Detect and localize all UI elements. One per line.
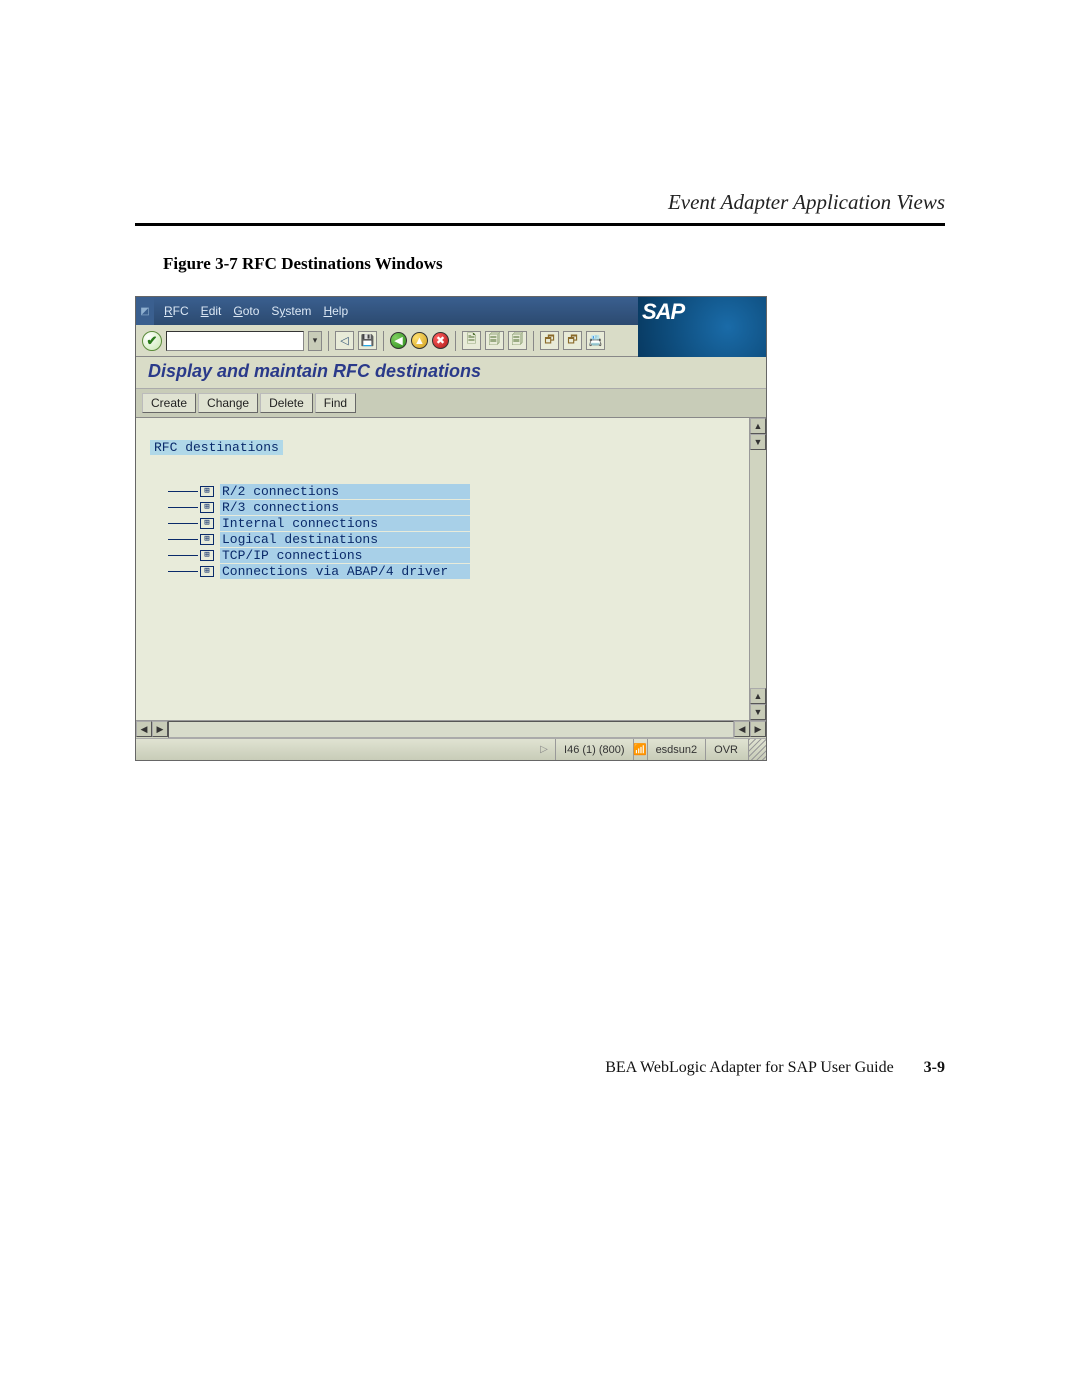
vertical-scrollbar[interactable]: ▲ ▼ ▲ ▼ — [749, 418, 766, 720]
scroll-down-icon[interactable]: ▼ — [750, 704, 766, 720]
back-icon[interactable]: ◁ — [335, 331, 354, 350]
scroll-up-icon[interactable]: ▲ — [750, 688, 766, 704]
sap-window: ◩ RFC Edit Goto System Help ▁ ▣ ✕ SAP ✔ … — [135, 296, 767, 761]
menu-goto[interactable]: Goto — [233, 304, 259, 318]
header-rule — [135, 223, 945, 226]
change-button[interactable]: Change — [198, 393, 258, 413]
section-header: Event Adapter Application Views — [135, 190, 945, 215]
status-bar: ▷ I46 (1) (800) 📶 esdsun2 OVR — [136, 738, 766, 760]
save-icon[interactable]: 💾 — [358, 331, 377, 350]
tree-root[interactable]: RFC destinations — [150, 440, 283, 455]
tree-label: R/2 connections — [220, 484, 470, 499]
delete-button[interactable]: Delete — [260, 393, 313, 413]
status-mode: OVR — [705, 739, 746, 760]
create-button[interactable]: Create — [142, 393, 196, 413]
shortcut-icon[interactable]: 🗗 — [563, 331, 582, 350]
expand-icon[interactable]: ⊞ — [200, 550, 214, 561]
find-next-icon[interactable]: 🗐 — [508, 331, 527, 350]
status-host: esdsun2 — [647, 739, 706, 760]
tree-branch: ⊞ R/2 connections ⊞ R/3 connections ⊞ In… — [200, 483, 741, 579]
tree-label: Logical destinations — [220, 532, 470, 547]
back-green-icon[interactable]: ◀ — [390, 332, 407, 349]
tree-item[interactable]: ⊞ Connections via ABAP/4 driver — [200, 563, 741, 579]
sap-logo: SAP — [638, 297, 766, 357]
command-dropdown-icon[interactable]: ▾ — [308, 331, 322, 351]
tree-item[interactable]: ⊞ Logical destinations — [200, 531, 741, 547]
scroll-right-icon[interactable]: ▶ — [152, 721, 168, 737]
page-footer: BEA WebLogic Adapter for SAP User Guide … — [605, 1059, 945, 1077]
tree-label: Internal connections — [220, 516, 470, 531]
tree-item[interactable]: ⊞ Internal connections — [200, 515, 741, 531]
tree-item[interactable]: ⊞ TCP/IP connections — [200, 547, 741, 563]
menu-edit[interactable]: Edit — [201, 304, 222, 318]
figure-caption: Figure 3-7 RFC Destinations Windows — [163, 254, 945, 274]
command-field[interactable] — [166, 331, 304, 351]
scroll-right-icon[interactable]: ▶ — [750, 721, 766, 737]
print-icon[interactable]: 🗎 — [462, 331, 481, 350]
horizontal-scrollbar[interactable]: ◀ ▶ ◀ ▶ — [136, 720, 766, 738]
scroll-track[interactable] — [168, 721, 734, 738]
tree-item[interactable]: ⊞ R/3 connections — [200, 499, 741, 515]
application-toolbar: Create Change Delete Find — [136, 389, 766, 418]
scroll-left-icon[interactable]: ◀ — [136, 721, 152, 737]
scroll-left-icon[interactable]: ◀ — [734, 721, 750, 737]
new-session-icon[interactable]: 🗗 — [540, 331, 559, 350]
tree-label: R/3 connections — [220, 500, 470, 515]
enter-icon[interactable]: ✔ — [142, 331, 162, 351]
scroll-down-icon[interactable]: ▼ — [750, 434, 766, 450]
exit-yellow-icon[interactable]: ▲ — [411, 332, 428, 349]
system-menu-icon[interactable]: ◩ — [136, 297, 154, 325]
expand-icon[interactable]: ⊞ — [200, 518, 214, 529]
cancel-red-icon[interactable]: ✖ — [432, 332, 449, 349]
tree-label: TCP/IP connections — [220, 548, 470, 563]
expand-icon[interactable]: ⊞ — [200, 534, 214, 545]
menu-system[interactable]: System — [271, 304, 311, 318]
layout-menu-icon[interactable]: 📇 — [586, 331, 605, 350]
expand-icon[interactable]: ⊞ — [200, 566, 214, 577]
status-expand-icon[interactable]: ▷ — [537, 743, 551, 757]
find-icon[interactable]: 🗐 — [485, 331, 504, 350]
sap-titlebar: ◩ RFC Edit Goto System Help ▁ ▣ ✕ SAP — [136, 297, 766, 325]
screen-title: Display and maintain RFC destinations — [136, 357, 766, 389]
status-session: I46 (1) (800) — [555, 739, 633, 760]
scroll-up-icon[interactable]: ▲ — [750, 418, 766, 434]
menu-help[interactable]: Help — [323, 304, 348, 318]
menu-rfc[interactable]: RFC — [164, 304, 189, 318]
tree-label: Connections via ABAP/4 driver — [220, 564, 470, 579]
expand-icon[interactable]: ⊞ — [200, 502, 214, 513]
footer-text: BEA WebLogic Adapter for SAP User Guide — [605, 1059, 893, 1076]
find-button[interactable]: Find — [315, 393, 356, 413]
resize-grip-icon[interactable] — [748, 739, 766, 760]
page-number: 3-9 — [924, 1059, 945, 1076]
expand-icon[interactable]: ⊞ — [200, 486, 214, 497]
menubar: RFC Edit Goto System Help — [154, 297, 715, 325]
tree-area: RFC destinations ⊞ R/2 connections ⊞ R/3… — [136, 418, 749, 720]
status-server-icon[interactable]: 📶 — [633, 739, 647, 760]
tree-item[interactable]: ⊞ R/2 connections — [200, 483, 741, 499]
